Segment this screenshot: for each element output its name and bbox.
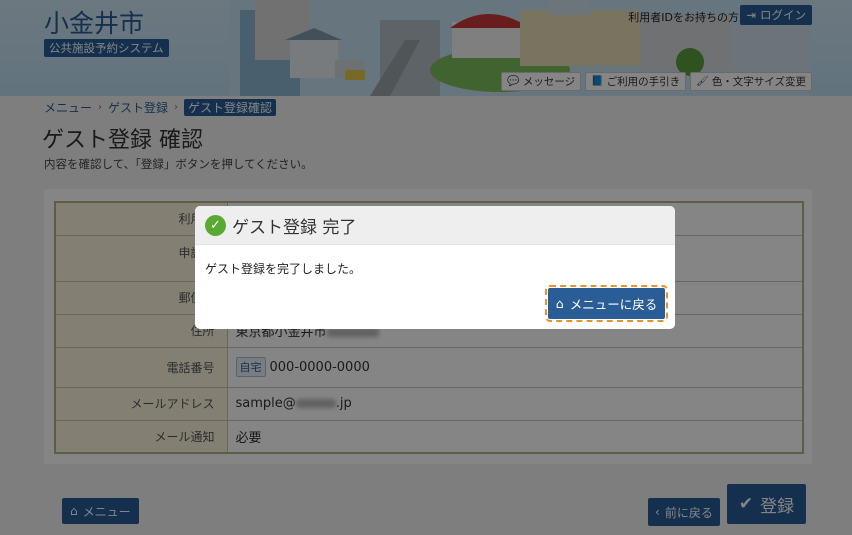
dialog-title: ゲスト登録 完了 [232, 217, 357, 238]
dialog-message: ゲスト登録を完了しました。 [205, 262, 362, 276]
return-to-menu-button[interactable]: ⌂ メニューに戻る [545, 285, 668, 322]
dialog-header: ✓ ゲスト登録 完了 [195, 206, 675, 245]
return-to-menu-label: メニューに戻る [569, 297, 658, 312]
home-icon: ⌂ [555, 296, 564, 311]
success-check-icon: ✓ [205, 214, 226, 236]
completion-dialog: ✓ ゲスト登録 完了 ゲスト登録を完了しました。 ⌂ メニューに戻る [195, 206, 675, 329]
